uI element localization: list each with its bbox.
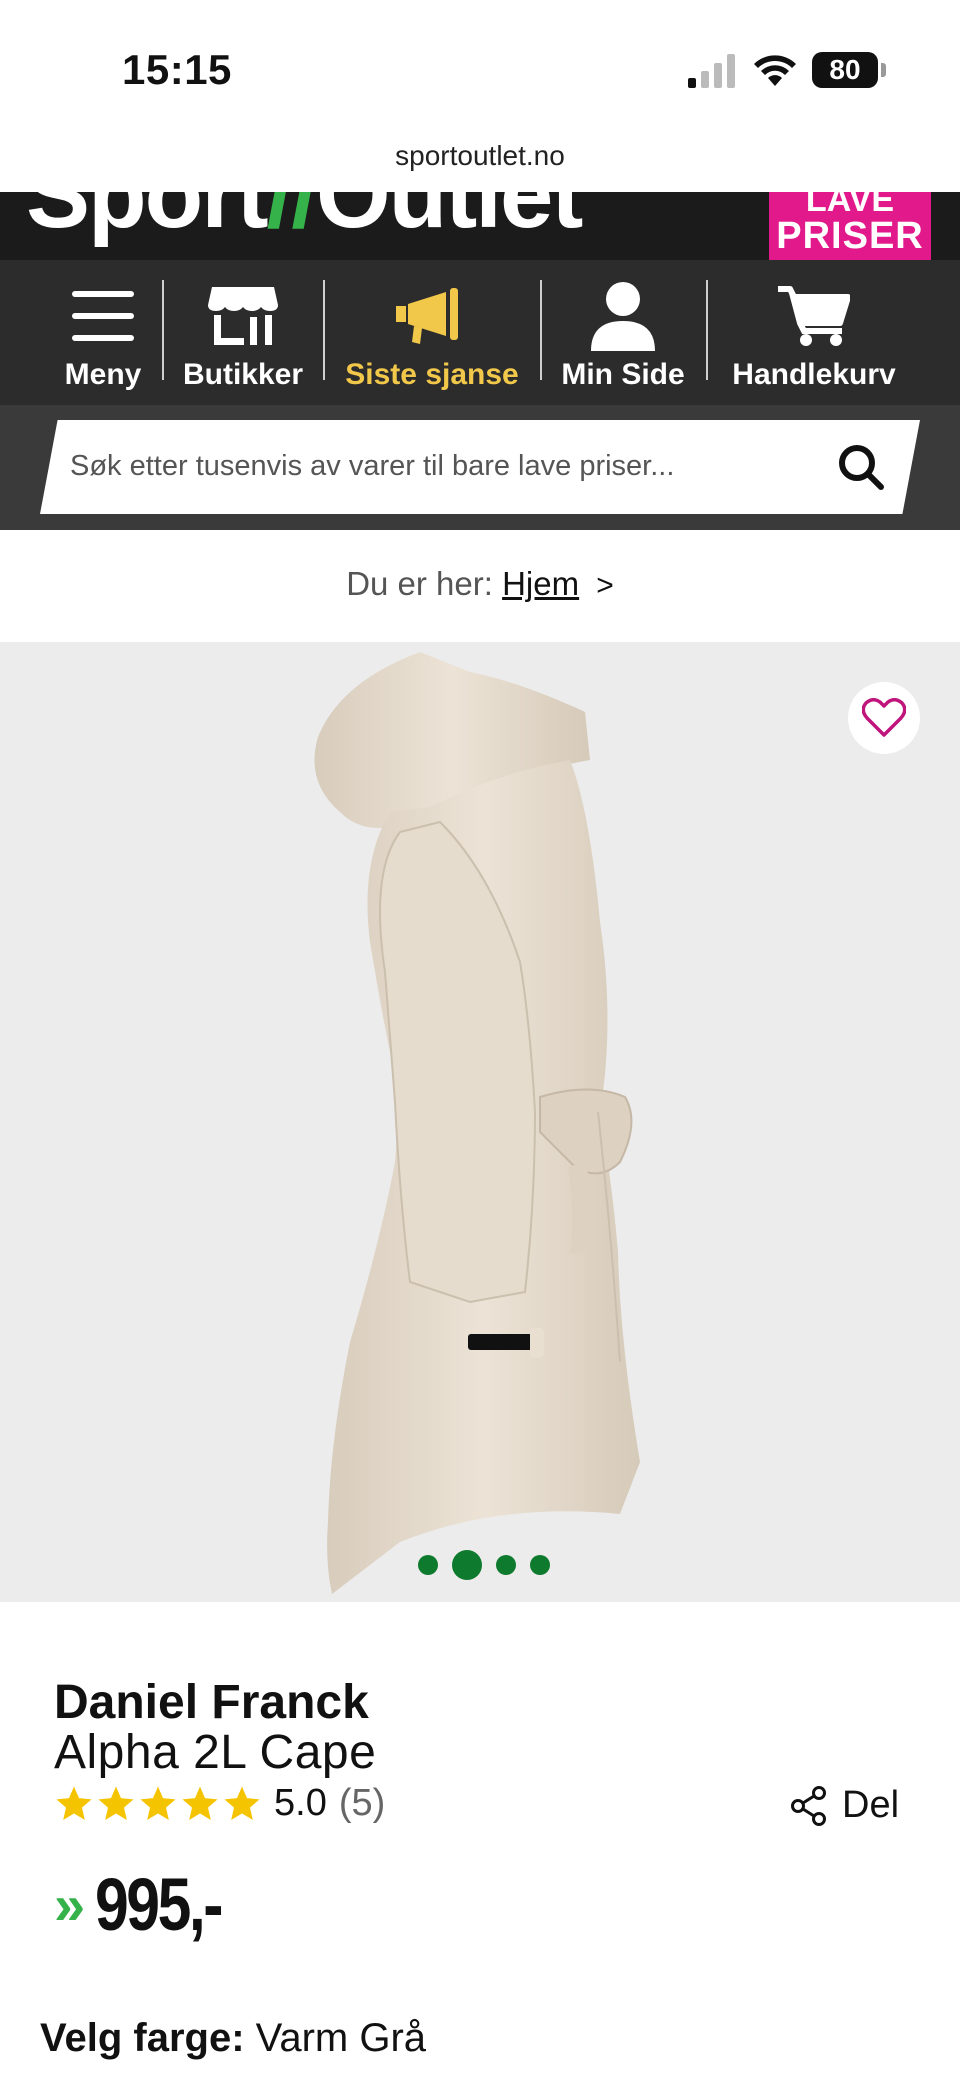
product-photo-coat [314,652,640,1594]
review-count[interactable]: (5) [339,1782,385,1825]
breadcrumb-home-link[interactable]: Hjem [502,565,579,602]
nav-divider [323,280,325,380]
gallery-dot[interactable] [530,1555,550,1575]
product-brand: Daniel Franck [54,1676,369,1729]
nav-item-min-side[interactable]: Min Side [550,260,696,405]
favorite-button[interactable] [848,682,920,754]
cart-icon [778,286,850,346]
badge-top-text: LAVE [805,192,895,219]
user-icon [591,282,655,351]
gallery-dot-active[interactable] [452,1550,482,1580]
color-selector[interactable]: Velg farge: Varm Grå [40,2016,426,2061]
share-label: Del [842,1784,900,1826]
nav-divider [540,280,542,380]
nav-item-butikker[interactable]: Butikker [170,260,316,405]
product-title: Daniel Franck Alpha 2L Cape [54,1678,376,1778]
product-name: Alpha 2L Cape [54,1726,377,1779]
breadcrumb-prefix: Du er her: [346,565,493,602]
logo-slash: // [266,192,318,248]
logo-text-left: Sport [26,192,269,248]
nav-item-meny[interactable]: Meny [48,260,158,405]
nav-label-handlekurv: Handlekurv [732,358,896,391]
store-icon [208,287,278,345]
color-value: Varm Grå [255,2016,427,2060]
chevron-right-icon: > [596,569,614,602]
megaphone-icon [396,288,458,344]
battery-icon: 80 [812,52,886,88]
main-nav: Meny Butikker Siste sjanse Min Side Hand… [0,260,960,405]
nav-label-butikker: Butikker [182,358,304,391]
breadcrumb: Du er her: Hjem > [0,565,960,603]
logo-text-right: Outlet [315,192,583,248]
cellular-signal-icon [688,54,735,88]
heart-icon [862,698,906,737]
share-button[interactable]: Del [790,1784,899,1827]
product-rating[interactable]: 5.0 (5) [54,1782,385,1825]
product-image[interactable] [0,642,960,1602]
star-icon [224,1786,260,1820]
wifi-icon [754,55,796,86]
star-icon [56,1786,92,1820]
search-placeholder: Søk etter tusenvis av varer til bare lav… [70,450,675,482]
status-time: 15:15 [122,46,232,93]
gallery-dot[interactable] [418,1555,438,1575]
nav-divider [162,280,164,380]
badge-bottom-text: PRISER [776,215,924,257]
nav-label-meny: Meny [64,358,142,391]
nav-label-siste-sjanse: Siste sjanse [345,358,519,391]
gallery-dot[interactable] [496,1555,516,1575]
price-arrows-icon: » [54,1873,86,1936]
color-label: Velg farge: [40,2016,245,2060]
gallery-pagination [418,1550,550,1580]
nav-label-min-side: Min Side [561,358,685,391]
nav-divider [706,280,708,380]
status-bar: 15:15 80 [0,0,960,130]
product-price: » 995,- [54,1862,249,1947]
search-icon[interactable] [838,444,884,490]
address-bar-url[interactable]: sportoutlet.no [0,140,960,172]
star-icon [182,1786,218,1820]
nav-item-siste-sjanse[interactable]: Siste sjanse [332,260,532,405]
share-icon [791,1785,826,1826]
star-icon [140,1786,176,1820]
star-icon [98,1786,134,1820]
search-input[interactable]: Søk etter tusenvis av varer til bare lav… [40,420,920,514]
price-amount: 995,- [95,1863,223,1946]
rating-score: 5.0 [274,1782,327,1824]
nav-item-handlekurv[interactable]: Handlekurv [716,260,912,405]
menu-icon [72,291,134,341]
